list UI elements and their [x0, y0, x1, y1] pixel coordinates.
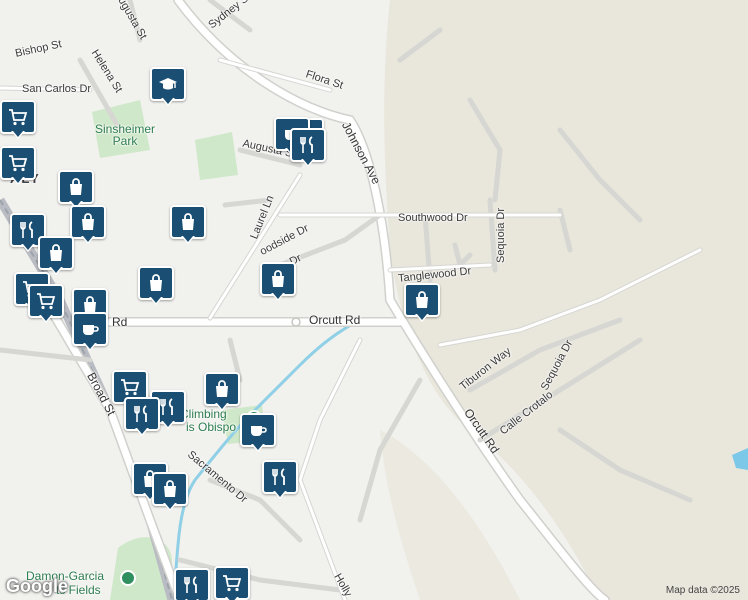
- map-marker-shopping-bag[interactable]: [170, 205, 206, 247]
- map-marker-graduation-cap[interactable]: [150, 67, 186, 109]
- map-marker-restaurant[interactable]: [124, 397, 160, 439]
- street-label-southwood-dr: Southwood Dr: [398, 212, 468, 224]
- map-marker-shopping-cart[interactable]: [0, 100, 36, 142]
- map-marker-coffee[interactable]: [240, 413, 276, 455]
- park-label-sinsheimer: Sinsheimer Park: [95, 122, 156, 148]
- map-marker-shopping-bag[interactable]: [152, 472, 188, 514]
- map-marker-coffee[interactable]: [72, 312, 108, 354]
- map-marker-shopping-cart[interactable]: [28, 284, 64, 326]
- map-marker-shopping-cart[interactable]: [214, 566, 250, 600]
- google-logo: Google: [6, 576, 68, 596]
- map-attribution: Map data ©2025: [665, 585, 740, 596]
- street-label-rd-left: Rd: [112, 315, 128, 329]
- map-marker-shopping-bag[interactable]: [260, 262, 296, 304]
- map-marker-restaurant[interactable]: [174, 568, 210, 600]
- map-marker-shopping-bag[interactable]: [204, 372, 240, 414]
- street-label-sequoia-dr-top: Sequoia Dr: [495, 207, 508, 264]
- map-marker-restaurant[interactable]: [290, 128, 326, 170]
- park-poi-icon[interactable]: [120, 570, 136, 586]
- map-marker-shopping-cart[interactable]: [0, 146, 36, 188]
- poi-label-luis-obispo: is Obispo: [186, 420, 237, 434]
- map-marker-shopping-bag[interactable]: [70, 205, 106, 247]
- street-label-orcutt-rd: Orcutt Rd: [309, 313, 361, 327]
- map-marker-restaurant[interactable]: [262, 460, 298, 502]
- street-label-san-carlos-dr: San Carlos Dr: [22, 83, 92, 95]
- map-canvas[interactable]: Bishop St Augusta St Sydney St Helena St…: [0, 0, 748, 600]
- map-marker-shopping-bag[interactable]: [138, 266, 174, 308]
- map-marker-shopping-bag[interactable]: [404, 283, 440, 325]
